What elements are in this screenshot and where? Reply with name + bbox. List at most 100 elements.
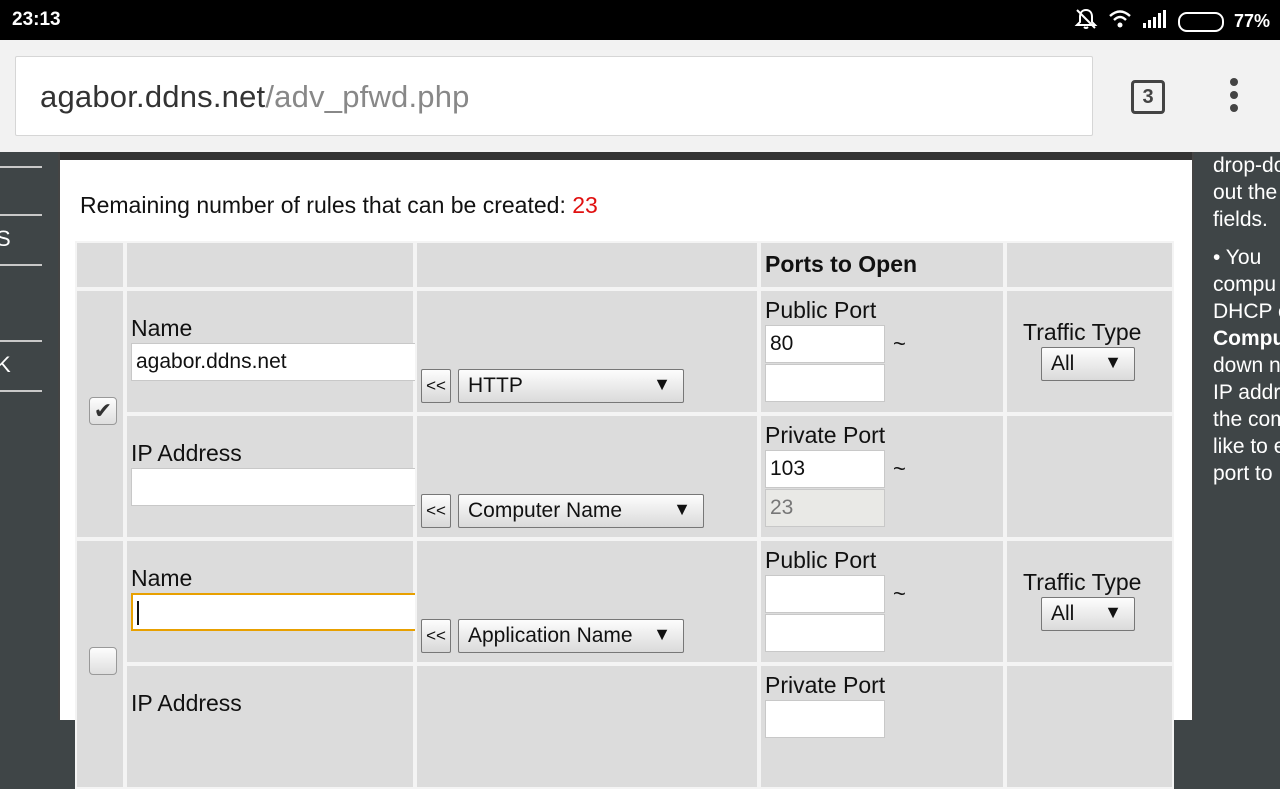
rule-1-computer-value: Computer Name <box>468 499 623 522</box>
rule-2-application-value: Application Name <box>468 624 633 647</box>
sidebar-item-2[interactable]: K <box>0 352 11 378</box>
port-forwarding-panel: Remaining number of rules that can be cr… <box>58 152 1194 789</box>
left-nav-sidebar: S K <box>0 152 46 720</box>
rule-2-private-port-start[interactable] <box>765 700 885 738</box>
rule-2-traffic-cell: Traffic Type All ▼ <box>1005 539 1174 664</box>
rule-2-name-label: Name <box>131 565 193 591</box>
chevron-down-icon: ▼ <box>1104 602 1122 622</box>
rule-1-application-value: HTTP <box>468 374 523 397</box>
rule-1-ip-label: IP Address <box>131 440 242 466</box>
rule-1-name-label: Name <box>131 315 193 341</box>
range-tilde: ~ <box>893 331 906 356</box>
rule-1-traffic-select[interactable]: All ▼ <box>1041 347 1135 381</box>
rule-1-name-input[interactable]: agabor.ddns.net <box>131 343 437 381</box>
rule-1-empty-cell <box>1005 414 1174 539</box>
remaining-count: 23 <box>572 192 598 218</box>
rule-1-computer-cell: << Computer Name ▼ <box>415 414 759 539</box>
rule-1-private-port-start[interactable]: 103 <box>765 450 885 488</box>
battery-icon <box>1177 11 1224 32</box>
help-panel: drop-do out the fields. • You compu DHCP… <box>1206 152 1280 720</box>
rule-2-private-port-cell: Private Port <box>759 664 1005 789</box>
chevron-down-icon: ▼ <box>653 624 671 644</box>
header-cell <box>1005 241 1174 289</box>
rule-2-public-port-label: Public Port <box>765 547 877 573</box>
rule-2-check-cell <box>75 539 125 789</box>
rule-2-checkbox[interactable] <box>89 647 117 675</box>
status-icons: 77% <box>1074 8 1270 35</box>
rule-2-app-copy-button[interactable]: << <box>421 619 451 653</box>
header-cell <box>125 241 415 289</box>
rule-2-name-input[interactable] <box>131 593 439 631</box>
rule-1-name-cell: Name agabor.ddns.net <box>125 289 437 414</box>
rule-1-private-port-label: Private Port <box>765 422 886 448</box>
rule-1-computer-select[interactable]: Computer Name ▼ <box>458 494 704 528</box>
ports-to-open-heading: Ports to Open <box>765 251 918 277</box>
help-line: out the <box>1213 181 1278 204</box>
battery-percent: 77% <box>1233 11 1270 31</box>
rule-1-application-select[interactable]: HTTP ▼ <box>458 369 684 403</box>
rule-2-application-select[interactable]: Application Name ▼ <box>458 619 684 653</box>
chevron-down-icon: ▼ <box>653 374 671 394</box>
wifi-icon <box>1108 9 1132 34</box>
help-line: DHCP c <box>1213 300 1280 323</box>
rule-2-empty-cell <box>1005 664 1174 789</box>
tab-switcher-button[interactable]: 3 <box>1131 80 1165 114</box>
remaining-rules-text: Remaining number of rules that can be cr… <box>80 192 598 219</box>
help-line: IP addr <box>1213 381 1280 404</box>
help-line: the com <box>1213 408 1280 431</box>
rule-2-computer-cell <box>415 664 759 789</box>
browser-toolbar: agabor.ddns.net/adv_pfwd.php 3 <box>0 40 1280 152</box>
url-bar[interactable]: agabor.ddns.net/adv_pfwd.php <box>15 56 1093 136</box>
rule-1-computer-copy-button[interactable]: << <box>421 494 451 528</box>
rule-1-public-port-start[interactable]: 80 <box>765 325 885 363</box>
help-line: down n <box>1213 354 1280 377</box>
rule-1-check-cell: ✔ <box>75 289 125 539</box>
rule-1-ip-cell: IP Address <box>125 414 437 539</box>
help-line: • You <box>1213 246 1262 269</box>
rule-2-ip-label: IP Address <box>131 690 242 716</box>
rule-2-traffic-label: Traffic Type <box>1023 569 1142 595</box>
chevron-down-icon: ▼ <box>673 499 691 519</box>
rule-1-traffic-label: Traffic Type <box>1023 319 1142 345</box>
rule-1-app-cell: << HTTP ▼ <box>415 289 759 414</box>
help-line: like to e <box>1213 435 1280 458</box>
rule-2-private-port-label: Private Port <box>765 672 886 698</box>
header-cell <box>75 241 125 289</box>
help-line: Compu <box>1213 327 1280 350</box>
rule-2-public-port-start[interactable] <box>765 575 885 613</box>
range-tilde: ~ <box>893 456 906 481</box>
signal-icon <box>1142 9 1168 34</box>
overflow-menu-icon[interactable] <box>1222 78 1246 116</box>
status-bar: 23:13 77% <box>0 0 1280 40</box>
chevron-down-icon: ▼ <box>1104 352 1122 372</box>
rule-2-name-cell: Name <box>125 539 439 664</box>
url-path: /adv_pfwd.php <box>265 79 470 114</box>
rule-1-public-port-end[interactable] <box>765 364 885 402</box>
rule-2-traffic-value: All <box>1051 602 1075 625</box>
rule-1-traffic-cell: Traffic Type All ▼ <box>1005 289 1174 414</box>
help-line: drop-do <box>1213 154 1280 177</box>
port-forward-table: Ports to Open ✔ Name agabor.ddns.net << … <box>75 241 1174 789</box>
rule-1-ip-input[interactable] <box>131 468 437 506</box>
rule-1-app-copy-button[interactable]: << <box>421 369 451 403</box>
help-line: compu <box>1213 273 1277 296</box>
rule-1-private-port-cell: Private Port 103 ~ 23 <box>759 414 1005 539</box>
status-time: 23:13 <box>12 9 61 30</box>
remaining-label: Remaining number of rules that can be cr… <box>80 192 573 218</box>
text-cursor <box>137 601 139 626</box>
rule-1-checkbox[interactable]: ✔ <box>89 397 117 425</box>
rule-2-public-port-cell: Public Port ~ <box>759 539 1005 664</box>
url-host: agabor.ddns.net <box>40 79 266 114</box>
header-cell <box>415 241 759 289</box>
rule-1-public-port-cell: Public Port 80 ~ <box>759 289 1005 414</box>
rule-2-traffic-select[interactable]: All ▼ <box>1041 597 1135 631</box>
mute-icon <box>1074 8 1098 35</box>
rule-1-public-port-label: Public Port <box>765 297 877 323</box>
rule-1-private-port-end: 23 <box>765 489 885 527</box>
rule-1-traffic-value: All <box>1051 352 1075 375</box>
header-cell-ports: Ports to Open <box>759 241 1005 289</box>
range-tilde: ~ <box>893 581 906 606</box>
rule-2-public-port-end[interactable] <box>765 614 885 652</box>
rule-2-ip-cell: IP Address <box>125 664 415 789</box>
sidebar-item-1[interactable]: S <box>0 226 11 252</box>
